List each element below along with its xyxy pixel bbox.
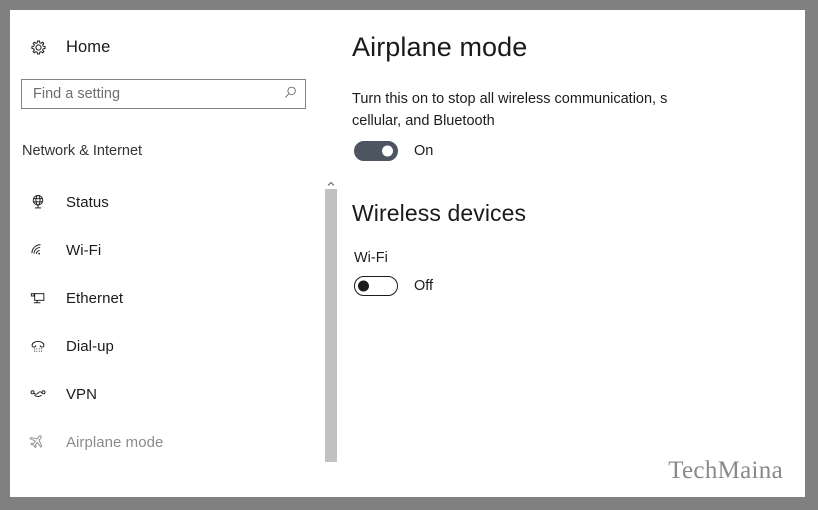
- ethernet-icon: [28, 288, 48, 308]
- globe-monitor-icon: [28, 192, 48, 212]
- sidebar-item-label: VPN: [66, 385, 97, 403]
- search-box[interactable]: [21, 79, 306, 109]
- page-description: Turn this on to stop all wireless commun…: [352, 91, 668, 129]
- sidebar-nav-list: Status Wi-Fi Ethernet Dial-up VPN Airpla…: [10, 178, 310, 466]
- content-pane: Airplane mode Turn this on to stop all w…: [352, 10, 805, 497]
- scrollbar-up-button[interactable]: [325, 176, 337, 189]
- wireless-devices-heading: Wireless devices: [352, 200, 527, 226]
- sidebar-category-label: Network & Internet: [22, 143, 143, 159]
- sidebar-item-airplane-mode[interactable]: Airplane mode: [10, 418, 310, 466]
- wifi-icon: [28, 240, 48, 260]
- sidebar-item-vpn[interactable]: VPN: [10, 370, 310, 418]
- sidebar-item-dialup[interactable]: Dial-up: [10, 322, 310, 370]
- page-title: Airplane mode: [352, 32, 528, 62]
- scrollbar-thumb[interactable]: [325, 189, 337, 462]
- wifi-device-label: Wi-Fi: [354, 250, 388, 266]
- airplane-icon: [28, 432, 48, 452]
- watermark: TechMaina: [668, 457, 783, 484]
- toggle-knob: [358, 280, 369, 292]
- sidebar-item-home[interactable]: Home: [22, 32, 116, 62]
- toggle-knob: [382, 145, 393, 157]
- sidebar-item-label: Ethernet: [66, 289, 124, 307]
- sidebar-scrollbar[interactable]: [325, 176, 337, 464]
- sidebar-item-label: Wi-Fi: [66, 241, 102, 259]
- sidebar-item-label: Status: [66, 193, 109, 211]
- settings-window: Home Network & Internet: [10, 10, 805, 497]
- dialup-phone-icon: [28, 336, 48, 356]
- search-icon: [283, 85, 298, 103]
- search-button[interactable]: [275, 80, 305, 108]
- wifi-toggle-row: Off: [354, 276, 433, 296]
- wifi-toggle-state: Off: [414, 278, 434, 294]
- sidebar-item-status[interactable]: Status: [10, 178, 310, 226]
- sidebar-item-label: Airplane mode: [66, 433, 164, 451]
- airplane-mode-toggle[interactable]: [354, 141, 398, 161]
- wifi-toggle[interactable]: [354, 276, 398, 296]
- screenshot-frame: Home Network & Internet: [0, 0, 818, 510]
- sidebar-item-label: Dial-up: [66, 337, 114, 355]
- sidebar: Home Network & Internet: [10, 10, 320, 497]
- airplane-mode-toggle-row: On: [354, 141, 433, 161]
- vpn-icon: [28, 384, 48, 404]
- gear-icon: [28, 37, 48, 57]
- home-label: Home: [66, 37, 111, 56]
- sidebar-item-ethernet[interactable]: Ethernet: [10, 274, 310, 322]
- search-input[interactable]: [22, 80, 275, 108]
- sidebar-item-wifi[interactable]: Wi-Fi: [10, 226, 310, 274]
- airplane-mode-toggle-state: On: [414, 143, 434, 159]
